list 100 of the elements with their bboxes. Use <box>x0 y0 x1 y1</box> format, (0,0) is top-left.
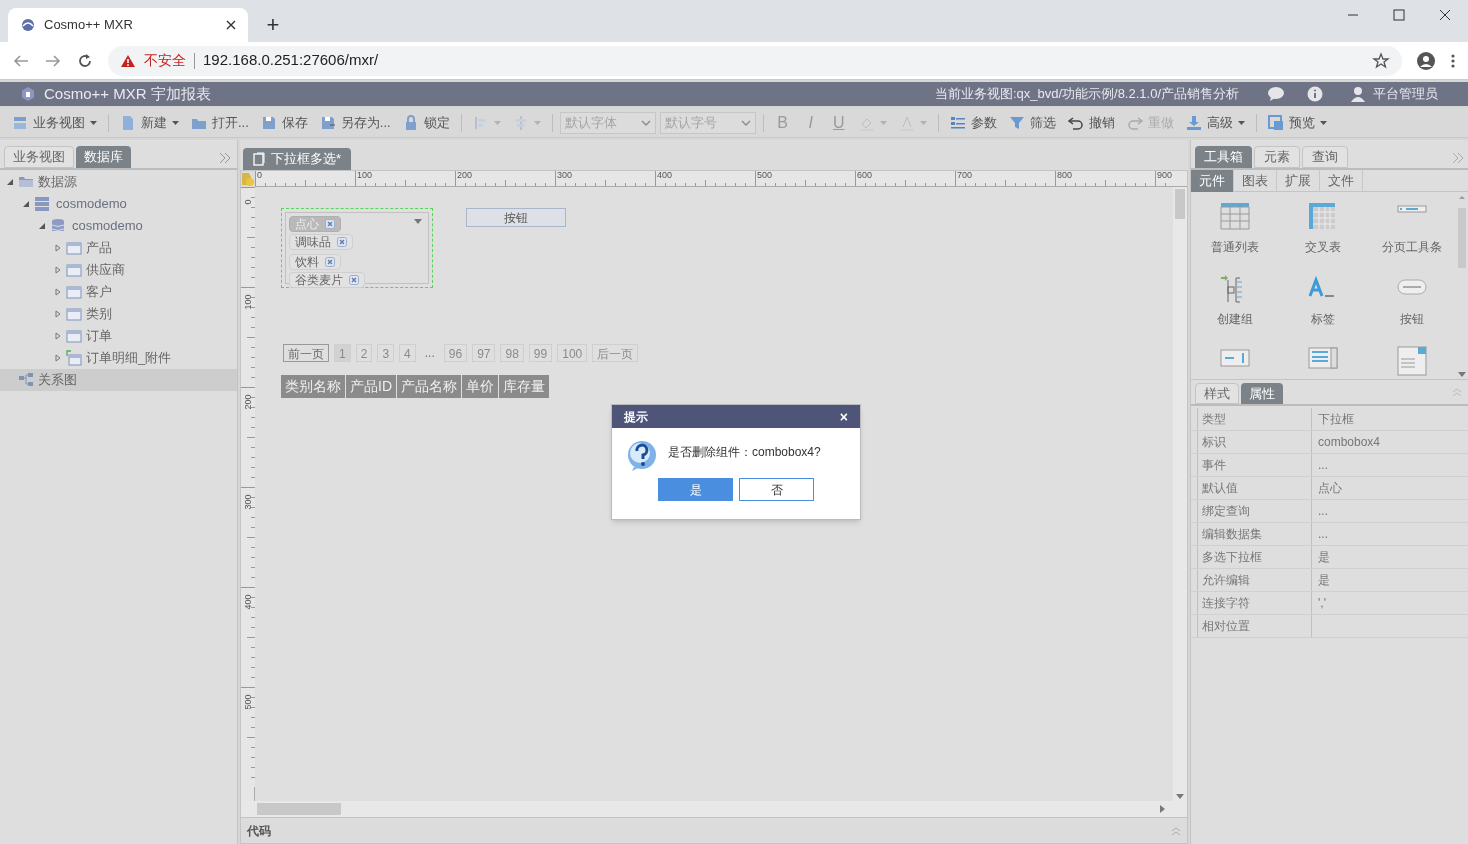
property-value[interactable]: 是 <box>1312 546 1468 568</box>
property-value[interactable]: ',' <box>1312 592 1468 614</box>
star-icon[interactable] <box>1372 51 1390 70</box>
account-icon[interactable] <box>1416 50 1436 71</box>
tree-item[interactable]: 订单明细_附件 <box>0 347 237 369</box>
expanded-icon[interactable] <box>6 178 14 186</box>
property-value[interactable]: 是 <box>1312 569 1468 591</box>
tree-item[interactable]: 类别 <box>0 303 237 325</box>
expanded-icon[interactable] <box>38 222 46 230</box>
tool-label[interactable]: 分页工具条 <box>1381 238 1442 256</box>
new-tab-button[interactable]: + <box>260 12 286 38</box>
expand-icon[interactable] <box>1171 826 1181 835</box>
dialog-button[interactable]: 否 <box>739 478 814 501</box>
page-button[interactable]: 96 <box>443 344 468 362</box>
collapsed-icon[interactable] <box>54 288 62 296</box>
remove-icon[interactable] <box>325 219 335 229</box>
close-button[interactable]: × <box>839 409 848 424</box>
page-button[interactable]: 97 <box>472 344 496 362</box>
pager-nav-button[interactable]: 后一页 <box>592 344 639 362</box>
panel-tab[interactable]: 属性 <box>1241 383 1283 404</box>
scroll-down-icon[interactable] <box>1458 372 1466 377</box>
page-button[interactable]: 2 <box>355 344 373 362</box>
tool-label[interactable]: 标签 <box>1311 310 1336 328</box>
toolbar-button[interactable]: 另存为... <box>315 110 395 135</box>
collapsed-icon[interactable] <box>54 332 62 340</box>
property-value[interactable]: ... <box>1312 523 1468 545</box>
panel-tab[interactable]: 业务视图 <box>4 146 74 168</box>
tree-item[interactable]: 供应商 <box>0 259 237 281</box>
page-button[interactable]: 100 <box>557 344 588 362</box>
tool-label[interactable]: 创建组 <box>1217 310 1254 328</box>
scrollbar-thumb[interactable] <box>257 803 341 815</box>
address-bar[interactable]: 不安全 192.168.0.251:27606/mxr/ <box>108 45 1402 76</box>
tree-item[interactable]: 关系图 <box>0 369 237 391</box>
tag-chip[interactable]: 调味品 <box>289 234 353 250</box>
chat-icon[interactable] <box>1267 86 1285 102</box>
tag-chip[interactable]: 谷类麦片 <box>289 272 365 288</box>
toolbar-button[interactable]: 新建 <box>116 110 183 135</box>
panel-tab[interactable]: 元素 <box>1254 146 1300 168</box>
dropdown-arrow-icon[interactable] <box>414 219 422 224</box>
remove-icon[interactable] <box>337 237 347 247</box>
property-value[interactable]: ... <box>1312 500 1468 522</box>
toolbar-button[interactable]: 高级 <box>1181 110 1249 135</box>
page-button[interactable]: 98 <box>500 344 524 362</box>
property-value[interactable]: ... <box>1312 454 1468 476</box>
tree-item[interactable]: 订单 <box>0 325 237 347</box>
page-button[interactable]: 3 <box>377 344 395 362</box>
tree-item[interactable]: cosmodemo <box>0 215 237 237</box>
panel-tab[interactable]: 工具箱 <box>1195 146 1252 168</box>
tool-label[interactable]: 按钮 <box>1399 310 1424 328</box>
expanded-icon[interactable] <box>22 200 30 208</box>
dialog-button[interactable]: 是 <box>658 478 733 501</box>
remove-icon[interactable] <box>325 257 335 267</box>
property-value[interactable]: 点心 <box>1312 477 1468 499</box>
info-icon[interactable] <box>1307 86 1323 102</box>
sub-tab[interactable]: 图表 <box>1234 170 1277 192</box>
property-value[interactable]: 下拉框 <box>1312 408 1468 430</box>
collapsed-icon[interactable] <box>54 310 62 318</box>
sub-tab[interactable]: 元件 <box>1191 170 1234 192</box>
toolbar-button[interactable]: 保存 <box>256 110 312 135</box>
tree-item[interactable]: 产品 <box>0 237 237 259</box>
sub-tab[interactable]: 文件 <box>1320 170 1363 192</box>
toolbar-button[interactable]: 锁定 <box>398 110 454 135</box>
document-tab[interactable]: 下拉框多选* <box>243 148 352 170</box>
collapse-icon[interactable] <box>1452 152 1464 164</box>
panel-tab[interactable]: 样式 <box>1195 383 1239 404</box>
property-value[interactable]: combobox4 <box>1312 431 1468 453</box>
tree-item[interactable]: 客户 <box>0 281 237 303</box>
remove-icon[interactable] <box>349 275 359 285</box>
page-button[interactable]: 4 <box>399 344 416 362</box>
page-button[interactable]: 1 <box>334 344 351 362</box>
tree-item[interactable]: 数据源 <box>0 171 237 193</box>
dropdown-list-icon[interactable] <box>1396 346 1427 376</box>
tool-label[interactable]: 普通列表 <box>1211 238 1260 256</box>
collapsed-icon[interactable] <box>54 244 62 252</box>
close-icon[interactable] <box>226 20 236 30</box>
tool-label[interactable]: 交叉表 <box>1305 238 1342 256</box>
menu-icon[interactable] <box>1450 52 1456 69</box>
user-name[interactable]: 平台管理员 <box>1373 84 1438 104</box>
panel-tab[interactable]: 查询 <box>1302 146 1348 168</box>
pager-nav-button[interactable]: 前一页 <box>283 344 329 362</box>
toolbar-button[interactable]: 打开... <box>187 110 253 135</box>
tag-chip[interactable]: 饮料 <box>289 254 341 270</box>
collapsed-icon[interactable] <box>54 354 62 362</box>
table-icon[interactable] <box>1220 202 1251 232</box>
tree-item[interactable]: cosmodemo <box>0 193 237 215</box>
scroll-right-icon[interactable] <box>1160 805 1165 813</box>
scrollbar-thumb[interactable] <box>1173 189 1187 219</box>
collapse-icon[interactable] <box>219 152 231 164</box>
toolbar-button[interactable]: 筛选 <box>1004 110 1060 135</box>
page-button[interactable]: 99 <box>528 344 553 362</box>
toolbar-button[interactable]: 业务视图 <box>8 110 101 135</box>
sub-tab[interactable]: 扩展 <box>1277 170 1320 192</box>
panel-tab[interactable]: 数据库 <box>76 146 131 168</box>
toolbar-button[interactable]: 预览 <box>1263 110 1331 135</box>
toolbar-button[interactable]: 撤销 <box>1063 110 1119 135</box>
reload-icon[interactable] <box>76 51 94 70</box>
toolbar-button[interactable]: 参数 <box>945 110 1001 135</box>
scroll-down-icon[interactable] <box>1176 794 1184 799</box>
browser-tab[interactable]: Cosmo++ MXR <box>8 8 248 42</box>
button-widget[interactable]: 按钮 <box>466 208 566 227</box>
